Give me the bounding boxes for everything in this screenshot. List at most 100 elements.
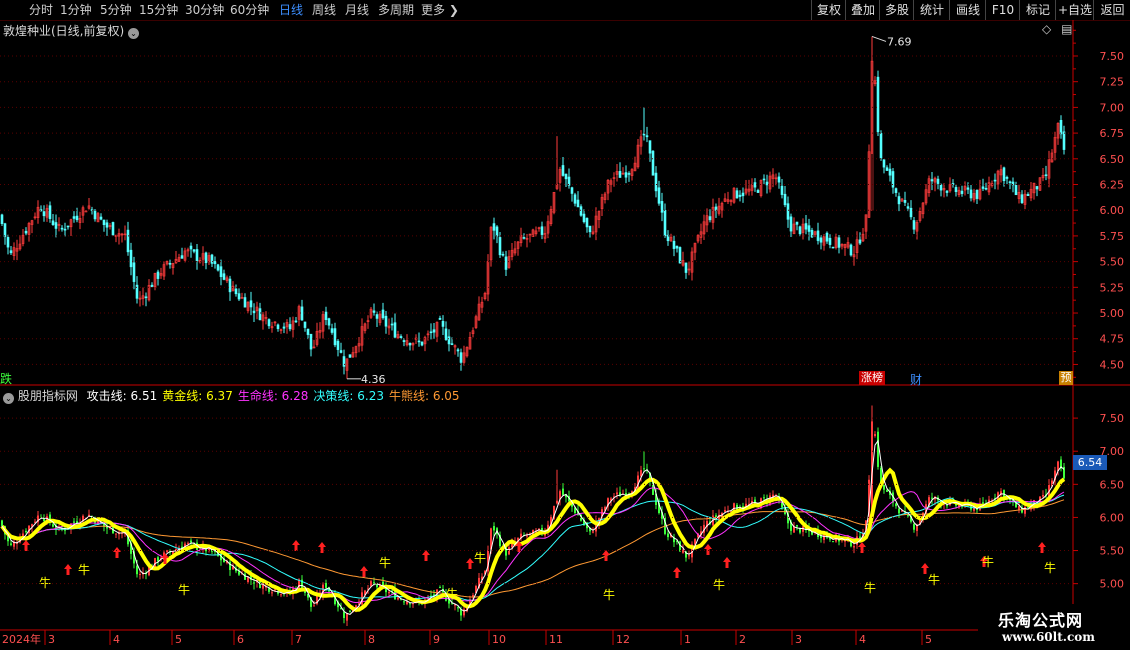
buy-arrow-icon <box>858 542 866 553</box>
candle-body <box>0 214 4 224</box>
bull-signal-label: 牛 <box>928 572 940 587</box>
panel-controls: ◇ ▤ <box>1042 22 1072 36</box>
ind-candle-body <box>832 541 834 543</box>
watermark-title: 乐淘公式网 <box>998 611 1084 630</box>
indicator-line-1 <box>0 467 1066 612</box>
indicator-name: 股朋指标网 <box>17 389 78 403</box>
low-price-label: 4.36 <box>361 373 386 386</box>
ind-candle-body <box>874 434 876 436</box>
candle-body <box>798 226 802 235</box>
month-label: 11 <box>549 633 563 646</box>
candle-body <box>876 76 880 133</box>
candle-body <box>336 340 340 350</box>
candle-body <box>213 261 217 265</box>
candle-body <box>912 220 916 230</box>
diamond-icon[interactable]: ◇ <box>1042 22 1051 36</box>
candle-body <box>204 252 208 264</box>
ind-candle-body <box>796 525 798 527</box>
bull-signal-label: 牛 <box>713 577 725 592</box>
candle-body <box>438 317 442 320</box>
candle-body <box>99 216 103 220</box>
candle-body <box>807 225 811 232</box>
candle-body <box>909 207 913 218</box>
candle-body <box>816 230 820 241</box>
ind-candle-body <box>166 550 168 553</box>
candle-body <box>66 225 70 228</box>
ind-tick-label: 5.00 <box>1100 578 1125 591</box>
ind-candle-body <box>1018 505 1020 510</box>
ind-candle-body <box>895 503 897 507</box>
month-label: 4 <box>859 633 866 646</box>
candle-body <box>180 255 184 259</box>
ind-candle-body <box>262 584 264 589</box>
month-label: 9 <box>433 633 440 646</box>
indicator-header: ⌄ 股朋指标网 攻击线: 6.51 黄金线: 6.37 生命线: 6.28 决策线: … <box>3 387 460 404</box>
ind-candle-body <box>73 521 75 523</box>
candle-body <box>579 206 583 216</box>
candle-body <box>372 310 376 313</box>
candle-body <box>1002 167 1006 182</box>
candle-body <box>930 179 934 182</box>
bull-signal-label: 牛 <box>1044 560 1056 575</box>
candle-body <box>459 352 463 363</box>
chevron-down-icon[interactable]: ⌄ <box>3 393 14 404</box>
ind-candle-body <box>457 607 459 609</box>
candle-body <box>966 187 970 190</box>
candle-body <box>156 271 160 279</box>
candle-body <box>492 223 496 231</box>
candle-body <box>642 133 646 136</box>
candle-body <box>882 159 886 168</box>
ind-candle-body <box>313 605 315 607</box>
ind-candle-body <box>883 484 885 490</box>
main-tick-label: 5.00 <box>1100 307 1125 320</box>
candle-body <box>309 333 313 350</box>
event-tag-forecast[interactable]: 预 <box>1059 371 1073 385</box>
ind-candle-body <box>667 533 669 538</box>
candle-body <box>144 296 148 299</box>
ind-candle-body <box>403 601 405 603</box>
settings-icon[interactable]: ▤ <box>1061 22 1072 36</box>
candle-body <box>210 254 214 264</box>
candle-body <box>540 226 544 235</box>
ind-candle-body <box>139 574 141 576</box>
candle-body <box>234 288 238 295</box>
chevron-down-icon[interactable]: ⌄ <box>128 28 140 39</box>
bull-signal-label: 牛 <box>474 550 486 565</box>
candle-body <box>294 320 298 323</box>
candle-body <box>1059 120 1063 135</box>
main-tick-label: 7.50 <box>1100 50 1125 63</box>
candle-body <box>150 284 154 288</box>
candle-body <box>381 309 385 319</box>
candle-body <box>804 223 808 230</box>
candle-body <box>132 262 136 282</box>
event-tag-finance[interactable]: 财 <box>910 371 922 388</box>
candle-body <box>981 186 985 189</box>
candle-body <box>1014 185 1018 196</box>
main-tick-label: 5.75 <box>1100 230 1125 243</box>
ind-candle-body <box>187 542 189 544</box>
buy-arrow-icon <box>292 540 300 551</box>
ind-candle-body <box>373 582 375 584</box>
indicator-legend-2: 生命线: 6.28 <box>237 389 309 403</box>
ind-candle-body <box>343 611 345 619</box>
candle-body <box>216 264 220 271</box>
ind-candle-body <box>136 565 138 575</box>
main-tick-label: 6.50 <box>1100 153 1125 166</box>
candle-body <box>393 322 397 338</box>
candle-body <box>849 244 853 256</box>
candle-body <box>735 190 739 199</box>
candle-body <box>1062 131 1066 150</box>
indicator-legend-0: 攻击线: 6.51 <box>86 389 158 403</box>
candle-body <box>897 196 901 205</box>
candle-body <box>756 190 760 193</box>
candle-body <box>252 310 256 314</box>
event-tag-zhangbang[interactable]: 涨榜 <box>859 371 885 385</box>
candle-body <box>129 249 133 268</box>
month-label: 3 <box>795 633 802 646</box>
extreme-leader <box>871 35 887 42</box>
ind-tick-label: 6.00 <box>1100 511 1125 524</box>
ind-candle-body <box>877 431 879 467</box>
buy-arrow-icon <box>723 557 731 568</box>
candle-body <box>60 227 64 230</box>
month-label: 8 <box>368 633 375 646</box>
